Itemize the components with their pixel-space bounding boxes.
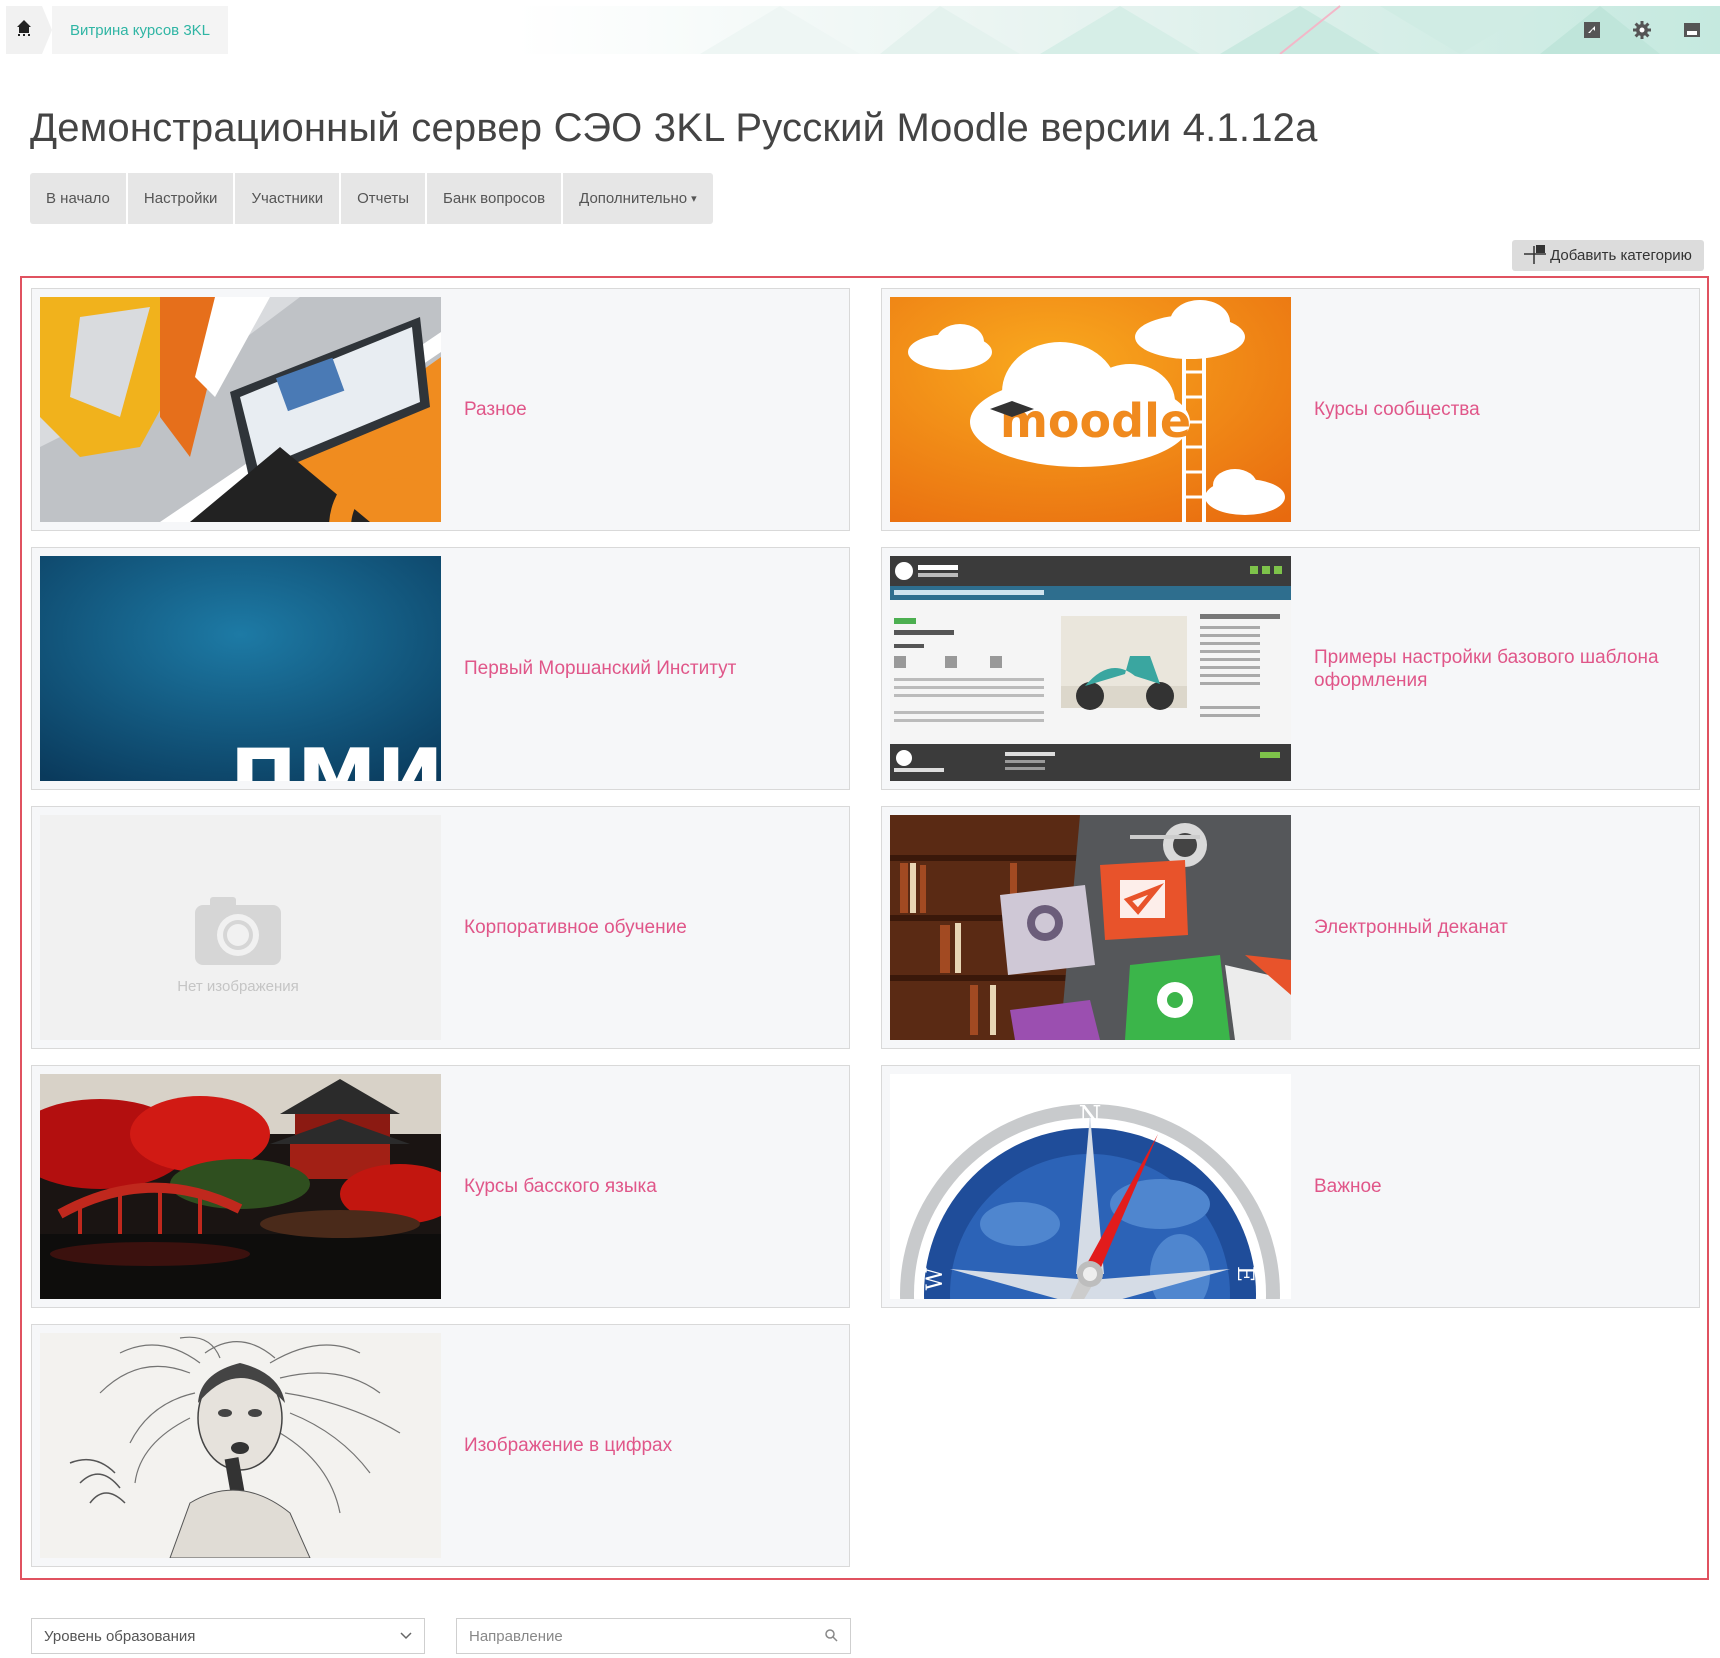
secondary-navigation: В начало Настройки Участники Отчеты Банк… — [30, 173, 713, 224]
pmi-image-text: ПМИ — [230, 732, 441, 781]
category-image-garden[interactable] — [40, 1074, 441, 1299]
no-image-text: Нет изображения — [177, 978, 299, 995]
direction-search[interactable] — [456, 1618, 851, 1654]
breadcrumb[interactable]: Витрина курсов 3KL — [52, 6, 229, 54]
compass-letter-w: W — [923, 1267, 948, 1290]
category-title[interactable]: Курсы басского языка — [464, 1066, 829, 1307]
category-title[interactable]: Важное — [1314, 1066, 1679, 1307]
education-level-value: Уровень образования — [44, 1627, 196, 1645]
category-card-basque[interactable]: Курсы басского языка — [31, 1065, 850, 1308]
category-image-portrait[interactable] — [40, 1333, 441, 1558]
direction-input[interactable] — [457, 1619, 821, 1653]
nav-item-question-bank[interactable]: Банк вопросов — [427, 173, 564, 224]
category-card-important[interactable]: N W E Важное — [881, 1065, 1700, 1308]
nav-item-home[interactable]: В начало — [30, 173, 128, 224]
add-category-button[interactable]: Добавить категорию — [1512, 240, 1704, 271]
category-image-3kl[interactable] — [40, 297, 441, 522]
gear-icon[interactable] — [1620, 8, 1664, 52]
category-card-template-examples[interactable]: Примеры настройки базового шаблона оформ… — [881, 547, 1700, 790]
nav-item-reports[interactable]: Отчеты — [341, 173, 427, 224]
category-title[interactable]: Примеры настройки базового шаблона оформ… — [1314, 548, 1679, 789]
send-icon[interactable] — [1570, 8, 1614, 52]
page-title: Демонстрационный сервер СЭО 3KL Русский … — [30, 106, 1318, 150]
category-image-pmi[interactable]: ПМИ — [40, 556, 441, 781]
category-image-compass[interactable]: N W E — [890, 1074, 1291, 1299]
category-title[interactable]: Электронный деканат — [1314, 807, 1679, 1048]
education-level-select[interactable]: Уровень образования — [31, 1618, 425, 1654]
compass-letter-n: N — [1079, 1101, 1102, 1131]
category-title[interactable]: Изображение в цифрах — [464, 1325, 829, 1566]
nav-item-participants[interactable]: Участники — [235, 173, 342, 224]
category-card-community[interactable]: moodle Курсы сообщества — [881, 288, 1700, 531]
category-title[interactable]: Первый Моршанский Институт — [464, 548, 829, 789]
category-image-library[interactable] — [890, 815, 1291, 1040]
add-category-label: Добавить категорию — [1550, 247, 1692, 264]
category-title[interactable]: Корпоративное обучение — [464, 807, 829, 1048]
category-card-misc[interactable]: Разное — [31, 288, 850, 531]
top-icons — [1570, 6, 1714, 54]
svg-text:moodle: moodle — [1000, 394, 1191, 448]
category-card-pmi[interactable]: ПМИ Первый Моршанский Институт — [31, 547, 850, 790]
breadcrumb-item[interactable]: Витрина курсов 3KL — [70, 22, 210, 39]
category-title[interactable]: Разное — [464, 289, 829, 530]
nav-item-more[interactable]: Дополнительно ▾ — [563, 173, 713, 224]
home-icon — [16, 19, 32, 42]
category-title[interactable]: Курсы сообщества — [1314, 289, 1679, 530]
category-image-moodle[interactable]: moodle — [890, 297, 1291, 522]
chevron-down-icon: ▾ — [691, 193, 697, 205]
home-button[interactable] — [6, 6, 52, 54]
nav-item-more-label: Дополнительно — [579, 190, 688, 207]
save-icon[interactable] — [1670, 8, 1714, 52]
search-icon[interactable] — [824, 1628, 838, 1647]
category-image-placeholder[interactable]: Нет изображения — [40, 815, 441, 1040]
chevron-down-icon — [400, 1629, 412, 1643]
top-bar: Витрина курсов 3KL — [0, 0, 1720, 54]
category-card-e-dean[interactable]: Электронный деканат — [881, 806, 1700, 1049]
category-image-website[interactable] — [890, 556, 1291, 781]
category-card-corporate[interactable]: Нет изображения Корпоративное обучение — [31, 806, 850, 1049]
category-card-digital-image[interactable]: Изображение в цифрах — [31, 1324, 850, 1567]
nav-item-settings[interactable]: Настройки — [128, 173, 236, 224]
header-decoration — [0, 5, 1720, 54]
compass-letter-e: E — [1232, 1266, 1257, 1282]
add-category-icon — [1524, 244, 1547, 268]
